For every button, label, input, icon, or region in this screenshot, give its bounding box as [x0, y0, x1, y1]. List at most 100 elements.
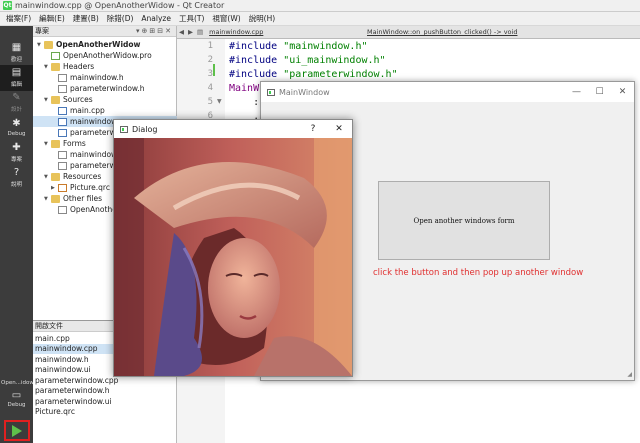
dialog-image: [114, 138, 352, 376]
dialog-title: Dialog: [132, 124, 158, 134]
pro-file-icon: [51, 51, 60, 60]
title-bar: Qt mainwindow.cpp @ OpenAnotherWidow - Q…: [0, 0, 640, 12]
tree-item-label: Resources: [63, 172, 102, 181]
minimize-icon[interactable]: —: [565, 87, 588, 97]
kit-selector-button[interactable]: ▭ Debug: [4, 390, 29, 414]
mode-help[interactable]: ? 說明: [0, 165, 33, 191]
ui-file-icon: [58, 161, 67, 170]
project-icon: [44, 40, 53, 49]
help-icon[interactable]: ?: [300, 124, 326, 134]
maximize-icon[interactable]: ☐: [588, 87, 611, 97]
cpp-file-icon: [58, 106, 67, 115]
kit-mode-label: Debug: [7, 402, 26, 408]
tree-item-file[interactable]: mainwindow.h: [33, 72, 177, 83]
file-icon: [58, 205, 67, 214]
resize-grip-icon[interactable]: ◢: [627, 371, 632, 378]
expand-arrow-icon[interactable]: ▼: [37, 42, 44, 48]
project-panel-header: 專案 ▾⊕⊞⊟✕: [33, 26, 176, 37]
app-window-icon: [120, 125, 128, 133]
mode-help-label: 說明: [10, 182, 22, 188]
tree-item-label: main.cpp: [70, 106, 105, 115]
tree-item-label: Picture.qrc: [70, 183, 110, 192]
menu-help[interactable]: 說明(H): [245, 13, 280, 24]
menu-edit[interactable]: 編輯(E): [35, 13, 69, 24]
tree-item-file[interactable]: main.cpp: [33, 105, 177, 116]
open-doc-item[interactable]: parameterwindow.h: [33, 386, 177, 397]
close-icon[interactable]: ✕: [326, 124, 352, 134]
menu-file[interactable]: 檔案(F): [2, 13, 35, 24]
expand-arrow-icon[interactable]: ▼: [44, 97, 51, 103]
line-number: 1: [207, 41, 213, 51]
file-icon: ▤: [197, 28, 204, 36]
window-title: mainwindow.cpp @ OpenAnotherWidow - Qt C…: [15, 1, 225, 10]
mode-welcome-label: 歡迎: [10, 57, 22, 63]
mode-debug[interactable]: ✱ Debug: [0, 115, 33, 141]
open-another-window-button[interactable]: Open another windows form: [378, 181, 550, 260]
debug-icon: ✱: [12, 118, 21, 129]
line-number: 5: [207, 97, 213, 107]
folder-icon: [51, 62, 60, 71]
kit-name: Open...idow: [1, 380, 34, 386]
mode-edit-label: 編輯: [10, 82, 22, 88]
forward-icon[interactable]: ▶: [186, 28, 195, 36]
mode-welcome[interactable]: ▦ 歡迎: [0, 40, 33, 66]
folder-icon: [51, 95, 60, 104]
tree-item-headers[interactable]: ▼ Headers: [33, 61, 177, 72]
fold-marker-icon[interactable]: ▼: [217, 98, 222, 105]
menu-build[interactable]: 建置(B): [69, 13, 103, 24]
expand-arrow-icon[interactable]: ▼: [44, 174, 51, 180]
mode-projects[interactable]: ✚ 專案: [0, 140, 33, 166]
line-number: 2: [207, 55, 213, 65]
menu-tools[interactable]: 工具(T): [175, 13, 208, 24]
tree-item-label: Sources: [63, 95, 93, 104]
mode-design[interactable]: ✎ 設計: [0, 90, 33, 116]
monitor-icon: ▭: [11, 390, 22, 401]
folder-icon: [51, 194, 60, 203]
window-controls: — ☐ ✕: [565, 87, 634, 97]
mode-edit[interactable]: ▤ 編輯: [0, 65, 33, 91]
tree-item-label: Forms: [63, 139, 86, 148]
main-window-titlebar: MainWindow — ☐ ✕: [261, 82, 634, 102]
cpp-file-icon: [58, 128, 67, 137]
header-file-icon: [58, 84, 67, 93]
folder-icon: [51, 172, 60, 181]
folder-icon: [51, 139, 60, 148]
menu-analyze[interactable]: Analyze: [137, 14, 175, 23]
open-doc-item[interactable]: parameterwindow.ui: [33, 396, 177, 407]
panel-toolbar-icons[interactable]: ▾⊕⊞⊟✕: [136, 27, 176, 35]
expand-arrow-icon[interactable]: ▼: [44, 196, 51, 202]
function-selector[interactable]: MainWindow::on_pushButton_clicked() -> v…: [367, 28, 517, 36]
cpp-file-icon: [58, 117, 67, 126]
code-line: #include "mainwindow.h": [229, 41, 368, 52]
close-icon[interactable]: ✕: [611, 87, 634, 97]
open-doc-item[interactable]: Picture.qrc: [33, 407, 177, 418]
line-number: 4: [207, 83, 213, 93]
ui-file-icon: [58, 150, 67, 159]
tree-item-pro-file[interactable]: OpenAnotherWidow.pro: [33, 50, 177, 61]
menu-bar: 檔案(F) 編輯(E) 建置(B) 除錯(D) Analyze 工具(T) 視窗…: [0, 12, 640, 26]
menu-window[interactable]: 視窗(W): [208, 13, 244, 24]
expand-arrow-icon[interactable]: ▼: [44, 141, 51, 147]
editor-file-selector[interactable]: mainwindow.cpp: [205, 28, 263, 36]
resource-file-icon: [58, 183, 67, 192]
code-line: :: [229, 97, 260, 108]
tree-item-sources[interactable]: ▼ Sources: [33, 94, 177, 105]
tree-item-file[interactable]: parameterwindow.h: [33, 83, 177, 94]
run-button[interactable]: [4, 420, 30, 441]
mode-projects-label: 專案: [10, 157, 22, 163]
wrench-icon: ✚: [12, 142, 21, 153]
tree-item-label: Headers: [63, 62, 95, 71]
collapse-arrow-icon[interactable]: ▶: [51, 185, 58, 191]
help-icon: ?: [13, 167, 20, 178]
grid-icon: ▦: [11, 42, 22, 53]
code-line: #include "parameterwindow.h": [229, 69, 398, 80]
change-marker: [213, 64, 215, 76]
tree-item-label: parameterwindow.h: [70, 84, 145, 93]
tree-item-project[interactable]: ▼ OpenAnotherWidow: [33, 39, 177, 50]
menu-debug[interactable]: 除錯(D): [103, 13, 138, 24]
back-icon[interactable]: ◀: [177, 28, 186, 36]
tree-item-label: OpenAnotherWidow: [56, 40, 141, 49]
mode-design-label: 設計: [10, 107, 22, 113]
expand-arrow-icon[interactable]: ▼: [44, 64, 51, 70]
tree-item-label: mainwindow.h: [70, 73, 124, 82]
